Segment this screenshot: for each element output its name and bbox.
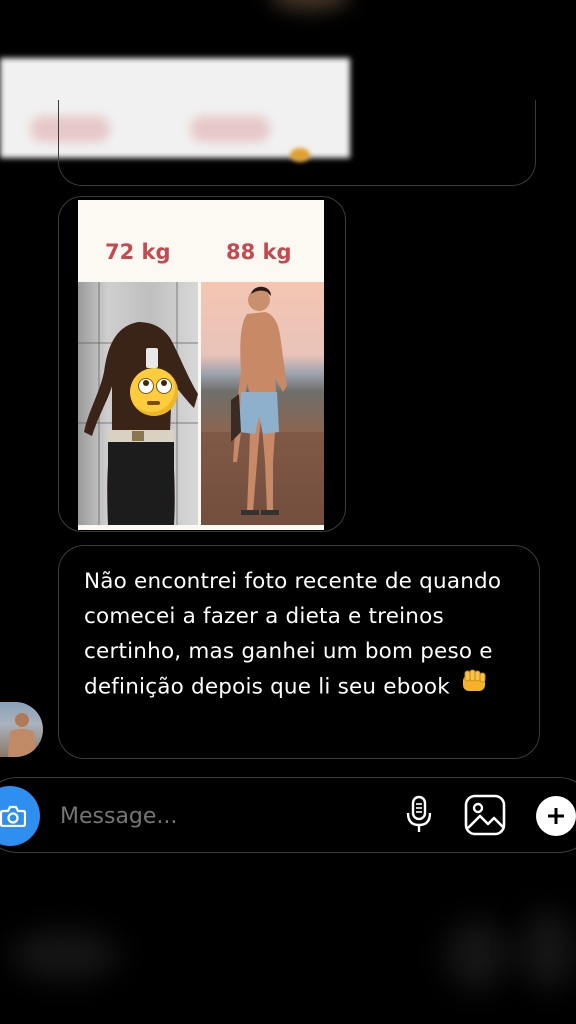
plus-icon — [546, 806, 566, 826]
microphone-icon — [405, 795, 433, 835]
before-after-image[interactable]: 72 kg 88 kg — [78, 200, 324, 530]
after-person — [201, 286, 324, 525]
after-photo — [201, 282, 324, 525]
camera-icon — [0, 805, 26, 827]
blurred-background-shape — [445, 920, 510, 990]
oncoming-fist-icon — [461, 669, 489, 706]
microphone-button[interactable] — [397, 793, 441, 837]
message-input[interactable] — [58, 800, 362, 834]
after-weight-label: 88 kg — [226, 240, 292, 264]
add-button[interactable] — [536, 796, 576, 836]
blurred-emoji — [290, 148, 310, 162]
eye-roll-emoji — [130, 368, 178, 416]
before-weight-label: 72 kg — [105, 240, 171, 264]
photo-card-bottom — [78, 525, 324, 530]
message-text-content: Não encontrei foto recente de quando com… — [84, 569, 502, 700]
top-blurred-light — [270, 0, 350, 10]
message-text: Não encontrei foto recente de quando com… — [84, 564, 514, 706]
image-icon — [464, 794, 506, 836]
before-photo — [78, 282, 198, 525]
blurred-background-shape — [10, 930, 120, 980]
blurred-background-shape — [520, 910, 576, 990]
previous-message-bubble[interactable] — [58, 100, 536, 186]
sender-avatar[interactable] — [0, 702, 43, 757]
gallery-button[interactable] — [463, 793, 507, 837]
